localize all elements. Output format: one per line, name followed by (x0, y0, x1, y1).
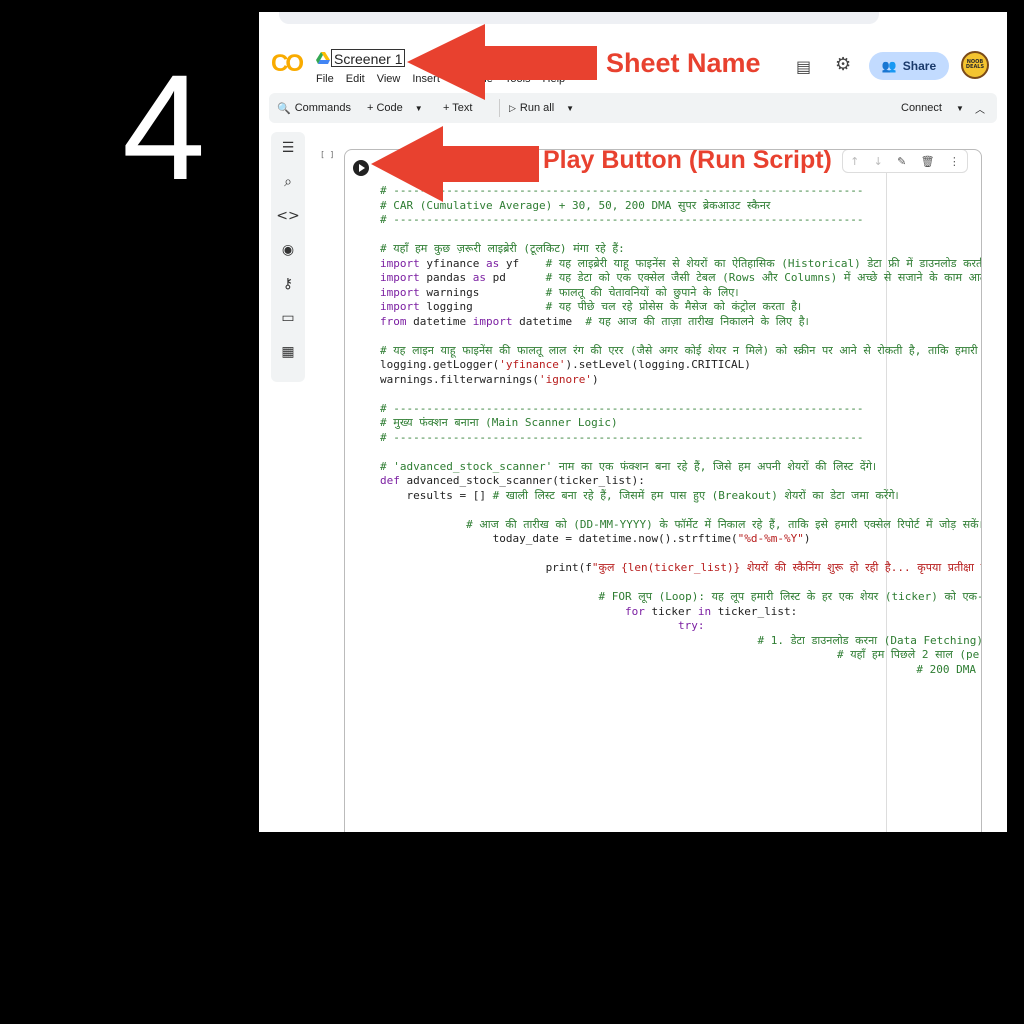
browser-address-bar[interactable] (279, 12, 879, 24)
play-button-arrow (371, 126, 539, 202)
code-line: print(f"कुल {len(ticker_list)} शेयरों की… (380, 561, 982, 574)
commands-button[interactable]: 🔍 Commands (277, 93, 351, 123)
code-line: warnings.filterwarnings('ignore') (380, 372, 599, 386)
more-options-icon[interactable]: ⋮ (949, 155, 960, 168)
code-line: today_date = datetime.now().strftime("%d… (380, 532, 811, 545)
code-line: # मुख्य फंक्शन बनाना (Main Scanner Logic… (380, 416, 618, 429)
play-small-icon: ▷ (509, 102, 516, 113)
step-number: 4 (122, 43, 206, 211)
code-line: import yfinance as yf # यह लाइब्रेरी याह… (380, 256, 982, 270)
data-table-icon[interactable]: ▦ (271, 344, 305, 360)
menu-item-file[interactable]: File (316, 73, 334, 85)
chevron-down-icon[interactable]: ▼ (415, 104, 423, 113)
code-line: logging.getLogger('yfinance').setLevel(l… (380, 358, 751, 371)
code-line: # यह लाइन याहू फाइनेंस की फालतू लाल रंग … (380, 343, 982, 357)
run-cell-play-icon[interactable] (353, 160, 369, 176)
code-line: try: (380, 619, 705, 632)
notebook-title-input[interactable]: Screener 1 (331, 49, 405, 67)
sheet-name-label: Sheet Name (606, 48, 761, 78)
chevron-up-icon: ︿ (975, 104, 985, 116)
execution-count: [ ] (320, 150, 335, 159)
code-cell[interactable]: ↑ ↓ ✎ 🗑 ⋮ # ----------------------------… (344, 149, 982, 832)
avatar[interactable]: NOOB DEALS (961, 51, 989, 79)
find-replace-icon[interactable]: ⌕ (271, 174, 305, 190)
colab-logo[interactable]: CO (271, 50, 304, 78)
code-line: # 'advanced_stock_scanner' नाम का एक फंक… (380, 459, 877, 473)
code-line: def advanced_stock_scanner(ticker_list): (380, 474, 645, 487)
folder-icon[interactable]: ▭ (271, 310, 305, 326)
code-line: # 200 DMA निकालने (380, 662, 982, 676)
move-up-icon[interactable]: ↑ (850, 155, 859, 168)
left-sidebar: ☰ ⌕ <> ◉ ⚷ ▭ ▦ (271, 132, 305, 382)
add-code-label: + Code (367, 102, 403, 114)
gear-icon[interactable]: ⚙ (835, 54, 851, 75)
code-line: # यहाँ हम पिछले 2 साल (period) (380, 648, 982, 661)
code-snippets-icon[interactable]: <> (271, 208, 305, 224)
code-line: # --------------------------------------… (380, 430, 864, 444)
code-line: from datetime import datetime # यह आज की… (380, 314, 809, 328)
menu-item-edit[interactable]: Edit (346, 73, 365, 85)
share-people-icon: 👥 (881, 59, 897, 73)
code-line: da (380, 677, 982, 690)
variables-icon[interactable]: ◉ (271, 242, 305, 258)
chevron-down-icon[interactable]: ▼ (956, 104, 964, 113)
table-of-contents-icon[interactable]: ☰ (271, 140, 305, 156)
code-line: results = [] # खाली लिस्ट बना रहे हैं, ज… (380, 488, 899, 502)
code-line: import warnings # फालतू की चेतावनियों को… (380, 285, 739, 299)
delete-icon[interactable]: 🗑 (921, 155, 935, 168)
move-down-icon[interactable]: ↓ (874, 155, 883, 168)
colab-screenshot: CO Screener 1 FileEditViewInsertRuntimeT… (259, 12, 1007, 832)
collapse-toolbar-button[interactable]: ︿ (975, 93, 985, 123)
cell-toolbar: ↑ ↓ ✎ 🗑 ⋮ (842, 150, 968, 173)
code-line: import pandas as pd # यह डेटा को एक एक्स… (380, 271, 982, 284)
code-line: # FOR लूप (Loop): यह लूप हमारी लिस्ट के … (598, 590, 981, 603)
play-button-label: Play Button (Run Script) (543, 146, 832, 174)
commands-label: Commands (294, 102, 351, 114)
connect-button[interactable]: Connect ▼ (901, 93, 964, 123)
chevron-down-icon[interactable]: ▼ (566, 104, 574, 113)
colab-logo-text: CO (271, 50, 304, 77)
edit-wand-icon[interactable]: ✎ (897, 155, 906, 168)
code-line: for ticker in ticker_list: (625, 604, 798, 618)
code-line: # यहाँ हम कुछ ज़रूरी लाइब्रेरी (टूलकिट) … (380, 242, 625, 255)
code-line: # आज की तारीख को (DD-MM-YYYY) के फॉर्मेट… (380, 517, 982, 531)
secrets-key-icon[interactable]: ⚷ (271, 276, 305, 292)
code-line: import logging # यह पीछे चल रहे प्रोसेस … (380, 300, 802, 313)
code-editor[interactable]: # --------------------------------------… (380, 184, 981, 692)
sheet-name-arrow (407, 24, 597, 100)
avatar-text: NOOB DEALS (965, 59, 985, 70)
code-line: # 1. डेटा डाउनलोड करना (Data Fetching) (380, 633, 982, 647)
google-drive-icon (316, 52, 330, 64)
connect-label: Connect (901, 102, 942, 114)
share-button[interactable]: 👥 Share (869, 52, 949, 80)
notebook-toolbar: 🔍 Commands + Code ▼ + Text ▷ Run all ▼ C… (269, 93, 997, 123)
menu-item-view[interactable]: View (377, 73, 401, 85)
share-label: Share (902, 59, 937, 73)
search-icon: 🔍 (277, 102, 291, 115)
comment-icon[interactable]: ▤ (796, 57, 811, 76)
code-line: # --------------------------------------… (380, 401, 864, 415)
code-line: # --------------------------------------… (380, 213, 864, 226)
